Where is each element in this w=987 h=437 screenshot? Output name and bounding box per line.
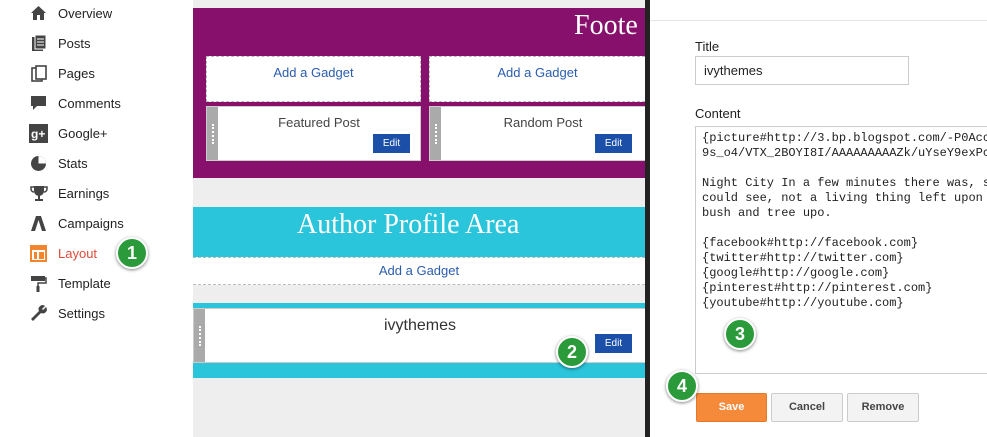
- sidebar-item-settings[interactable]: Settings: [0, 298, 193, 328]
- footer-title: Foote: [574, 10, 638, 41]
- remove-button[interactable]: Remove: [847, 393, 919, 422]
- pie-chart-icon: [29, 154, 48, 173]
- sidebar-item-template[interactable]: Template: [0, 268, 193, 298]
- gadget-config-panel: Title Content {picture#http://3.bp.blogs…: [650, 0, 987, 437]
- layout-icon: [29, 244, 48, 263]
- footer-section: Foote Add a Gadget Add a Gadget Featured…: [193, 8, 645, 178]
- sidebar-item-label: Overview: [58, 5, 113, 21]
- save-button[interactable]: Save: [696, 393, 767, 422]
- title-label: Title: [695, 39, 720, 54]
- sidebar-item-posts[interactable]: Posts: [0, 28, 193, 58]
- panel-header-line: [650, 20, 987, 21]
- sidebar-item-label: Campaigns: [58, 215, 124, 231]
- content-label: Content: [695, 106, 741, 121]
- sidebar-item-layout[interactable]: Layout: [0, 238, 193, 268]
- gadget-name: Featured Post: [278, 115, 360, 130]
- author-add-gadget-link[interactable]: Add a Gadget: [193, 257, 645, 285]
- posts-icon: [29, 34, 48, 53]
- comment-icon: [29, 94, 48, 113]
- footer-add-gadget-link[interactable]: Add a Gadget: [429, 56, 645, 102]
- edit-button[interactable]: Edit: [595, 334, 632, 353]
- campaigns-icon: [29, 214, 48, 233]
- author-section-title: Author Profile Area: [297, 209, 520, 240]
- gadget-featured-post[interactable]: Featured Post Edit: [206, 106, 421, 161]
- step-marker-2: 2: [556, 336, 588, 368]
- wrench-icon: [29, 304, 48, 323]
- edit-button[interactable]: Edit: [373, 134, 410, 153]
- sidebar-item-comments[interactable]: Comments: [0, 88, 193, 118]
- step-marker-1: 1: [116, 237, 148, 269]
- sidebar-item-label: Earnings: [58, 185, 110, 201]
- step-marker-4: 4: [666, 370, 698, 402]
- sidebar-item-label: Google+: [58, 125, 108, 141]
- sidebar-item-label: Settings: [58, 305, 105, 321]
- sidebar-item-google-plus[interactable]: g+ Google+: [0, 118, 193, 148]
- pages-icon: [29, 64, 48, 83]
- step-marker-3: 3: [724, 318, 756, 350]
- sidebar-item-label: Pages: [58, 65, 95, 81]
- svg-text:g+: g+: [31, 127, 45, 141]
- sidebar-item-label: Comments: [58, 95, 121, 111]
- cancel-button[interactable]: Cancel: [771, 393, 843, 422]
- drag-handle[interactable]: [207, 107, 218, 160]
- google-plus-icon: g+: [29, 123, 48, 143]
- trophy-icon: [29, 184, 48, 203]
- sidebar: Overview Posts Pages Comments g+ Google+…: [0, 0, 193, 437]
- paint-roller-icon: [29, 274, 48, 293]
- sidebar-item-label: Template: [58, 275, 111, 291]
- drag-handle[interactable]: [430, 107, 441, 160]
- gadget-name: ivythemes: [383, 317, 457, 334]
- sidebar-item-earnings[interactable]: Earnings: [0, 178, 193, 208]
- sidebar-item-overview[interactable]: Overview: [0, 0, 193, 28]
- sidebar-item-stats[interactable]: Stats: [0, 148, 193, 178]
- sidebar-item-campaigns[interactable]: Campaigns: [0, 208, 193, 238]
- gadget-name: Random Post: [503, 115, 583, 130]
- sidebar-item-label: Stats: [58, 155, 88, 171]
- layout-canvas: Foote Add a Gadget Add a Gadget Featured…: [193, 0, 645, 437]
- author-profile-section: Author Profile Area: [193, 207, 645, 257]
- sidebar-item-label: Layout: [58, 245, 98, 261]
- sidebar-item-pages[interactable]: Pages: [0, 58, 193, 88]
- gadget-random-post[interactable]: Random Post Edit: [429, 106, 645, 161]
- sidebar-item-label: Posts: [58, 35, 91, 51]
- home-icon: [29, 4, 48, 23]
- edit-button[interactable]: Edit: [595, 134, 632, 153]
- title-input[interactable]: [695, 56, 909, 85]
- footer-add-gadget-link[interactable]: Add a Gadget: [206, 56, 421, 102]
